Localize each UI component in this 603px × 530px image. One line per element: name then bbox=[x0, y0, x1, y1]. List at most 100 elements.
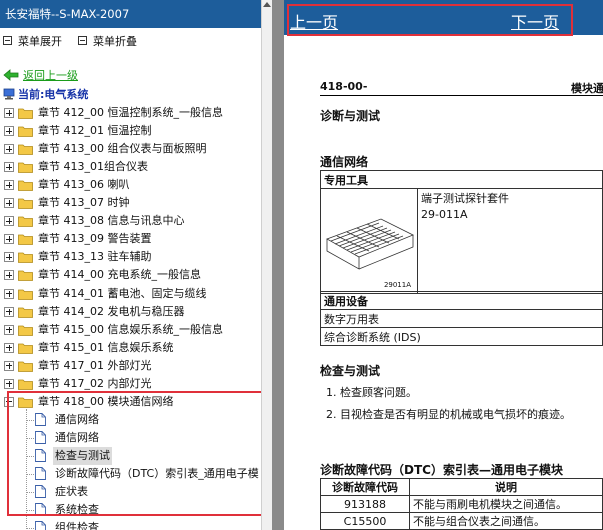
table-header: 专用工具 bbox=[320, 170, 603, 189]
back-row: 返回上一级 bbox=[3, 67, 78, 83]
expand-toggle-icon[interactable] bbox=[4, 252, 14, 263]
tool-image-cell: 29011A bbox=[320, 188, 418, 294]
expand-toggle-icon[interactable] bbox=[4, 270, 14, 281]
tree-connector bbox=[26, 455, 34, 457]
expand-menu-button[interactable]: 菜单展开 bbox=[3, 34, 62, 50]
document-icon bbox=[35, 448, 46, 462]
content-pane: 上一页 下一页 418-00- 模块通 诊断与测试 通信网络 专用工具 2901… bbox=[284, 0, 603, 530]
special-tools-table: 专用工具 29011A 端子测试探针套件 29-011A bbox=[320, 170, 603, 294]
expand-toggle-icon[interactable] bbox=[4, 306, 14, 317]
inspection-step: 1. 检查顾客问题。 bbox=[326, 386, 417, 399]
tree-connector bbox=[26, 510, 34, 512]
dtc-code: C15500 bbox=[320, 512, 410, 530]
expand-toggle-icon[interactable] bbox=[4, 324, 14, 335]
folder-icon bbox=[18, 397, 33, 408]
previous-page-link[interactable]: 上一页 bbox=[290, 9, 338, 33]
expand-toggle-icon[interactable] bbox=[4, 378, 14, 389]
section-label: 症状表 bbox=[55, 485, 88, 499]
folder-icon bbox=[18, 126, 33, 137]
minus-square-icon bbox=[3, 36, 12, 45]
tree-connector bbox=[26, 474, 34, 475]
folder-icon bbox=[18, 252, 33, 264]
green-back-arrow-icon bbox=[3, 69, 19, 81]
expand-toggle-icon[interactable] bbox=[4, 360, 14, 371]
collapse-menu-button[interactable]: 菜单折叠 bbox=[78, 34, 137, 50]
minus-square-icon bbox=[78, 36, 87, 45]
folder-icon bbox=[18, 108, 33, 119]
folder-icon bbox=[18, 361, 33, 372]
expand-toggle-icon[interactable] bbox=[4, 126, 14, 137]
folder-icon bbox=[18, 198, 33, 210]
chapter-label: 章节 413_08 信息与讯息中心 bbox=[38, 214, 185, 228]
tool-description: 端子测试探针套件 29-011A bbox=[417, 188, 603, 294]
expand-toggle-icon[interactable] bbox=[4, 144, 14, 155]
folder-icon bbox=[18, 180, 33, 192]
folder-icon bbox=[18, 271, 33, 282]
section-label: 检查与测试 bbox=[53, 446, 112, 465]
expand-toggle-icon[interactable] bbox=[4, 216, 14, 227]
folder-icon bbox=[18, 379, 33, 390]
section-heading: 通信网络 bbox=[320, 155, 369, 169]
tree-connector bbox=[26, 419, 34, 421]
section-label: 通信网络 bbox=[55, 412, 99, 426]
folder-icon bbox=[18, 289, 33, 300]
left-scrollbar[interactable] bbox=[261, 0, 272, 530]
chapter-label: 章节 412_00 恒温控制系统_一般信息 bbox=[38, 106, 223, 119]
expand-toggle-icon[interactable] bbox=[4, 342, 14, 353]
expand-toggle-icon[interactable] bbox=[4, 288, 14, 299]
scroll-up-arrow-icon[interactable] bbox=[263, 2, 271, 7]
table-row: 913188 不能与雨刷电机模块之间通信。 bbox=[320, 495, 603, 513]
folder-icon bbox=[18, 343, 33, 354]
section-label: 系统检查 bbox=[55, 503, 99, 517]
table-row: 综合诊断系统 (IDS) bbox=[320, 327, 603, 346]
chapter-label: 章节 413_01组合仪表 bbox=[38, 160, 148, 174]
chapter-label: 章节 415_01 信息娱乐系统 bbox=[38, 340, 174, 354]
section-label: 通信网络 bbox=[55, 430, 99, 444]
column-header: 诊断故障代码 bbox=[320, 478, 410, 496]
back-link[interactable]: 返回上一级 bbox=[23, 69, 78, 82]
chapter-label: 章节 415_00 信息娱乐系统_一般信息 bbox=[38, 322, 223, 336]
page-nav-bar: 上一页 下一页 bbox=[284, 0, 603, 35]
computer-icon bbox=[3, 88, 15, 100]
section-label: 诊断故障代码（DTC）索引表_通用电子模 bbox=[55, 467, 259, 480]
folder-icon bbox=[18, 234, 33, 246]
table-row: C15500 不能与组合仪表之间通信。 bbox=[320, 512, 603, 530]
inspection-step: 2. 目视检查是否有明显的机械或电气损坏的痕迹。 bbox=[326, 408, 571, 421]
current-location: 当前:电气系统 bbox=[3, 86, 88, 102]
document-icon bbox=[35, 485, 46, 498]
navigation-pane: 长安福特--S-MAX-2007 菜单展开 菜单折叠 返回上一级 当前:电气系统… bbox=[0, 0, 272, 530]
chapter-label: 章节 414_00 充电系统_一般信息 bbox=[38, 268, 201, 282]
chapter-label: 章节 413_00 组合仪表与面板照明 bbox=[38, 142, 207, 156]
manual-title: 长安福特--S-MAX-2007 bbox=[0, 0, 261, 28]
document-icon bbox=[35, 503, 46, 517]
document-icon bbox=[35, 430, 46, 444]
chapter-label: 章节 413_07 时钟 bbox=[38, 196, 130, 210]
tool-part-number: 29-011A bbox=[421, 208, 468, 221]
document-code: 418-00- bbox=[320, 80, 368, 93]
chapter-label: 章节 417_02 内部灯光 bbox=[38, 376, 152, 390]
expand-toggle-icon[interactable] bbox=[4, 180, 14, 191]
next-page-link[interactable]: 下一页 bbox=[511, 9, 559, 33]
tool-image-caption: 29011A bbox=[383, 281, 411, 289]
document-module: 模块通 bbox=[571, 82, 603, 95]
expand-toggle-icon[interactable] bbox=[4, 108, 14, 118]
table-header: 通用设备 bbox=[320, 291, 603, 310]
pane-splitter[interactable] bbox=[272, 0, 284, 530]
tree-connector bbox=[26, 437, 34, 439]
tree-connector bbox=[26, 408, 27, 530]
expand-toggle-icon[interactable] bbox=[4, 198, 14, 209]
expand-toggle-icon[interactable] bbox=[4, 162, 14, 173]
section-heading: 检查与测试 bbox=[320, 364, 381, 378]
folder-icon bbox=[18, 144, 33, 155]
document-icon bbox=[35, 467, 46, 480]
section-heading: 诊断与测试 bbox=[320, 109, 381, 123]
collapse-toggle-icon[interactable] bbox=[4, 396, 14, 407]
table-row: 数字万用表 bbox=[320, 309, 603, 328]
folder-icon bbox=[18, 325, 33, 336]
expand-toggle-icon[interactable] bbox=[4, 234, 14, 245]
chapter-label: 章节 413_13 驻车辅助 bbox=[38, 250, 152, 264]
chapter-label: 章节 413_06 喇叭 bbox=[38, 178, 130, 192]
section-heading: 诊断故障代码（DTC）索引表—通用电子模块 bbox=[320, 463, 563, 477]
dtc-code: 913188 bbox=[320, 495, 410, 513]
section-label: 组件检查 bbox=[55, 521, 99, 530]
